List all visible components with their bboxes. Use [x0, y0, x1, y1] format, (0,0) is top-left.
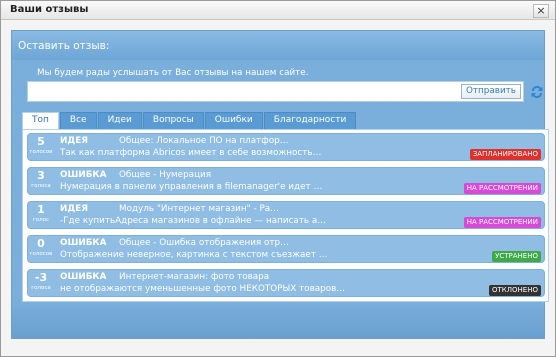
tab-questions[interactable]: Вопросы: [142, 112, 204, 129]
send-button[interactable]: Отправить: [461, 84, 521, 99]
close-icon: ×: [536, 4, 546, 17]
vote-count: -3 голоса: [28, 272, 54, 292]
item-description: Нумерация в панели управления в filemana…: [60, 182, 323, 192]
feedback-list: 5 голосов ИДЕЯ Общее: Локальное ПО на пл…: [22, 129, 549, 302]
status-badge: НА РАССМОТРЕНИИ: [463, 183, 541, 194]
item-topic: Интернет-магазин: фото товара: [119, 272, 270, 282]
feedback-input[interactable]: Отправить: [27, 81, 524, 102]
item-topic: Общее - Нумерация: [119, 170, 212, 180]
titlebar: Ваши отзывы ×: [1, 1, 555, 20]
list-item[interactable]: 3 голоса ОШИБКА Общее - Нумерация Нумера…: [27, 167, 545, 195]
panel-footer: [12, 307, 544, 338]
tab-all[interactable]: Все: [59, 112, 97, 129]
vote-number: 0: [37, 237, 45, 250]
feedback-window: Ваши отзывы × Оставить отзыв: Мы будем р…: [0, 0, 556, 357]
panel-title: Оставить отзыв:: [18, 40, 110, 52]
item-type: ОШИБКА: [60, 238, 107, 248]
list-item[interactable]: 0 голосов ОШИБКА Общее - Ошибка отображе…: [27, 235, 545, 263]
item-description: -Где купитьАдреса магазинов в офлайне — …: [60, 216, 327, 226]
status-badge: НА РАССМОТРЕНИИ: [463, 217, 541, 228]
item-description: Отображение неверное, картинка с текстом…: [60, 250, 328, 260]
tab-ideas[interactable]: Идеи: [97, 112, 142, 129]
item-type: ОШИБКА: [60, 170, 107, 180]
vote-number: 3: [37, 169, 45, 182]
item-type: ИДЕЯ: [60, 204, 88, 214]
list-item[interactable]: 5 голосов ИДЕЯ Общее: Локальное ПО на пл…: [27, 133, 545, 161]
status-badge: ЗАПЛАНИРОВАНО: [469, 149, 541, 160]
vote-count: 3 голоса: [28, 170, 54, 190]
item-type: ОШИБКА: [60, 272, 107, 282]
item-topic: Общее: Локальное ПО на платфор…: [119, 136, 289, 146]
vote-label: голосов: [29, 251, 53, 257]
panel-header: Оставить отзыв:: [12, 31, 544, 60]
vote-label: голосов: [29, 149, 53, 155]
refresh-icon[interactable]: [529, 84, 545, 100]
status-badge: УСТРАНЕНО: [492, 251, 541, 262]
feedback-prompt: Мы будем рады услышать от Вас отзывы на …: [37, 68, 309, 78]
tab-thanks[interactable]: Благодарности: [263, 112, 357, 129]
vote-label: голоса: [31, 285, 51, 291]
vote-number: 5: [37, 135, 45, 148]
vote-number: -3: [34, 271, 48, 284]
vote-label: голос: [32, 217, 50, 223]
list-item[interactable]: 1 голос ИДЕЯ Модуль "Интернет магазин" -…: [27, 201, 545, 229]
item-topic: Модуль "Интернет магазин" - Ра…: [119, 204, 279, 214]
vote-number: 1: [37, 203, 45, 216]
item-description: не отображаются уменьшенные фото НЕКОТОР…: [60, 284, 346, 294]
tab-bar: Топ Все Идеи Вопросы Ошибки Благодарност…: [22, 112, 357, 129]
tab-errors[interactable]: Ошибки: [204, 112, 263, 129]
item-topic: Общее - Ошибка отображения отр…: [119, 238, 289, 248]
item-type: ИДЕЯ: [60, 136, 88, 146]
window-title: Ваши отзывы: [10, 4, 89, 15]
list-item[interactable]: -3 голоса ОШИБКА Интернет-магазин: фото …: [27, 269, 545, 297]
vote-label: голоса: [31, 183, 51, 189]
vote-count: 0 голосов: [28, 238, 54, 258]
close-button[interactable]: ×: [533, 4, 549, 18]
tab-top[interactable]: Топ: [22, 112, 59, 129]
status-badge: ОТКЛОНЕНО: [489, 285, 541, 296]
feedback-panel: Оставить отзыв: Мы будем рады услышать о…: [11, 30, 549, 339]
vote-count: 1 голос: [28, 204, 54, 224]
item-description: Так как платформа Abricos имеет в себе в…: [60, 148, 322, 158]
vote-count: 5 голосов: [28, 136, 54, 156]
